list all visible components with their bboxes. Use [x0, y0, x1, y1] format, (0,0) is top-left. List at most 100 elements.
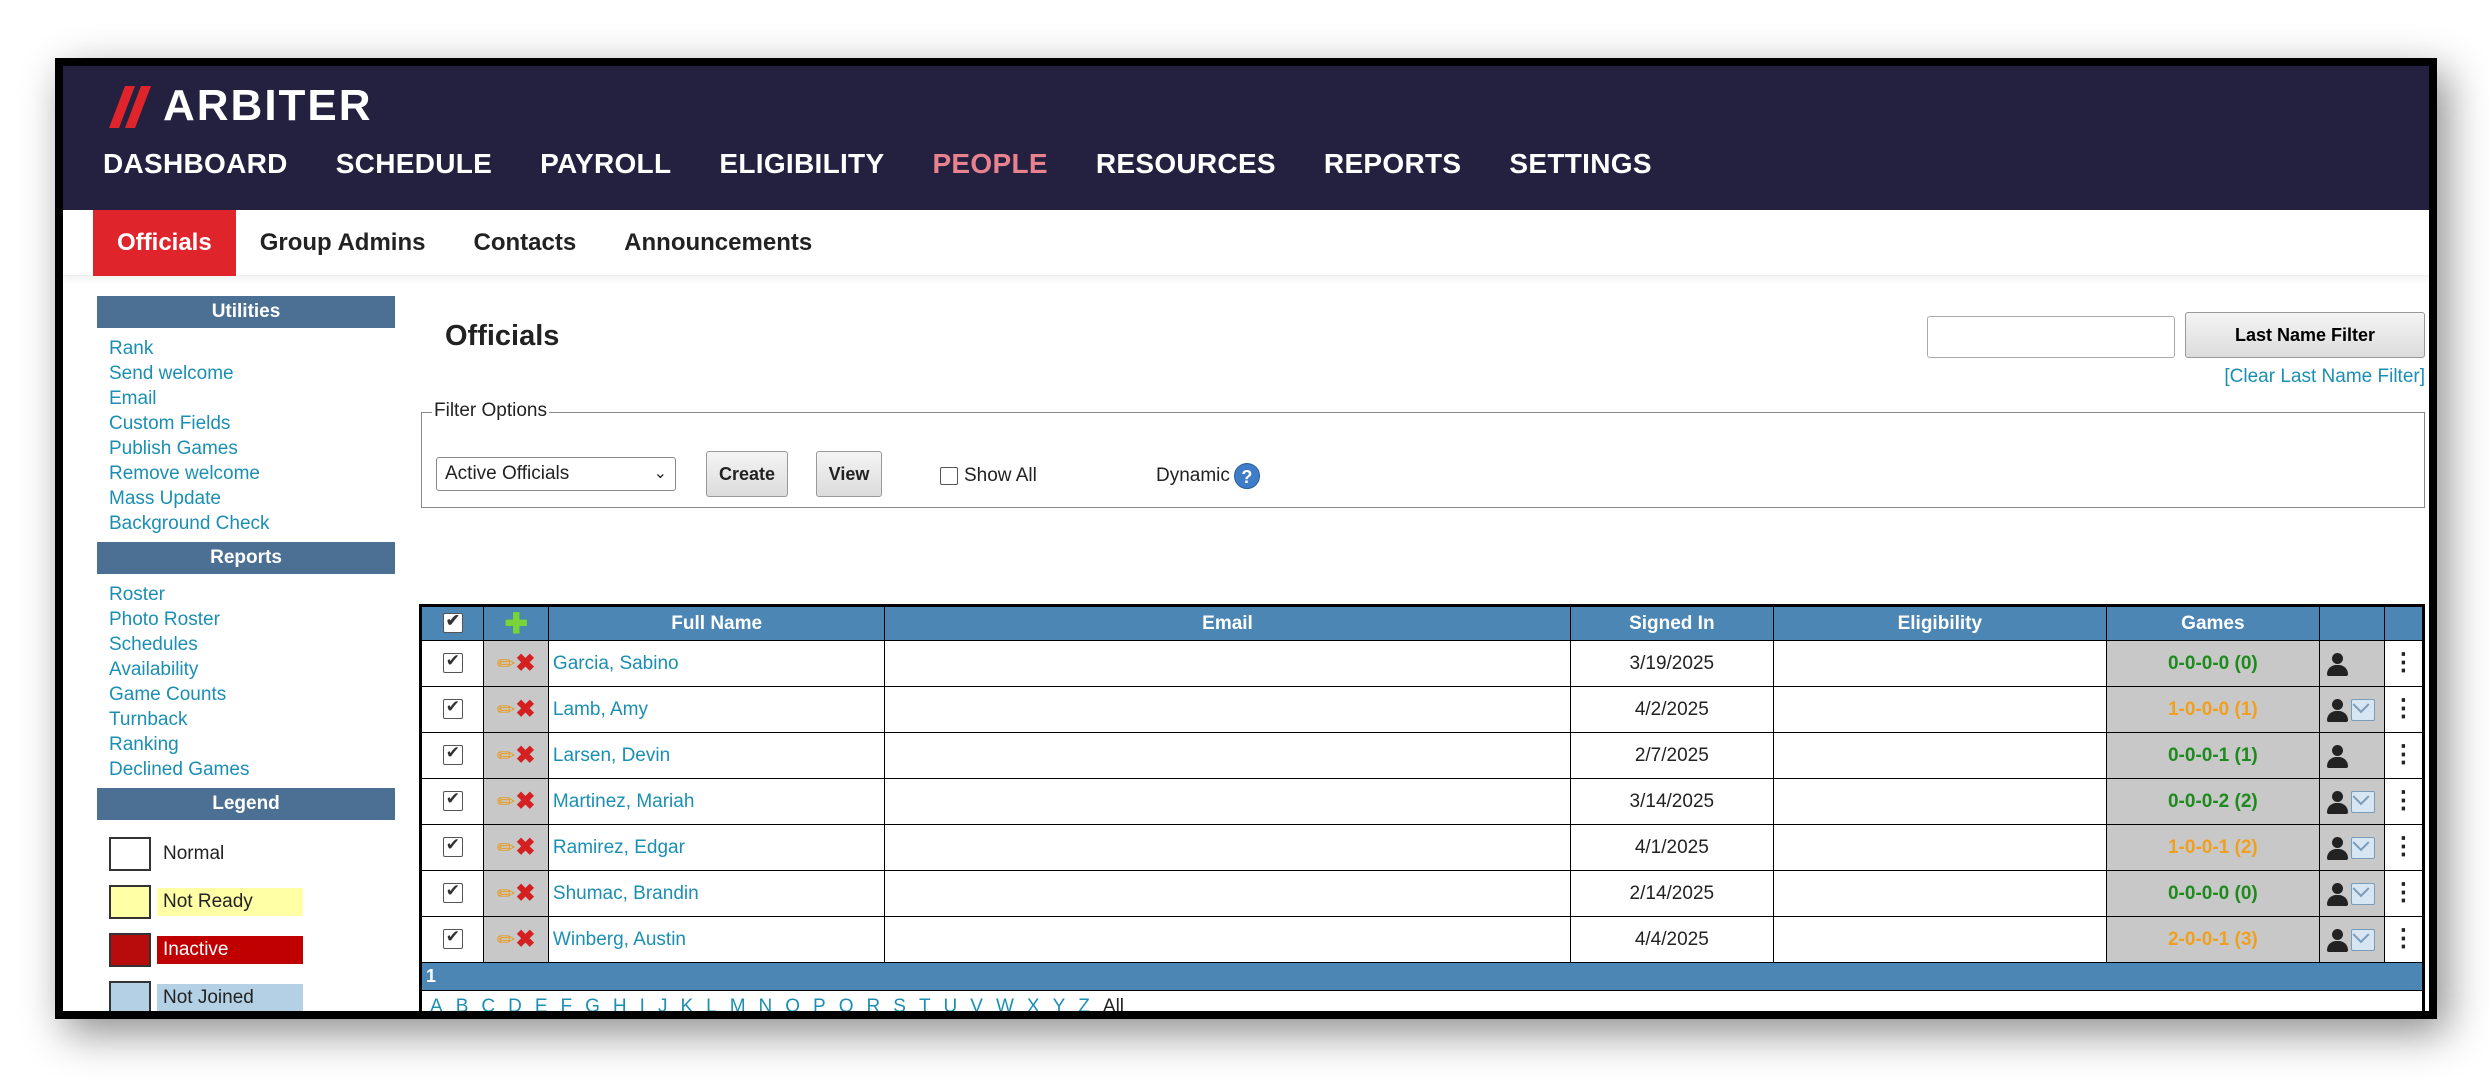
alpha-filter-g[interactable]: G — [585, 996, 600, 1012]
nav-item-resources[interactable]: RESOURCES — [1096, 148, 1276, 180]
official-name-link[interactable]: Winberg, Austin — [549, 929, 686, 950]
official-name-link[interactable]: Lamb, Amy — [549, 699, 648, 720]
row-select-cell[interactable] — [420, 824, 485, 871]
clear-last-name-filter-link[interactable]: [Clear Last Name Filter] — [2199, 366, 2425, 388]
row-select-cell[interactable] — [420, 870, 485, 917]
alpha-filter-r[interactable]: R — [867, 996, 881, 1012]
games-cell[interactable]: 1-0-0-0 (1) — [2105, 686, 2321, 733]
pencil-icon[interactable]: ✏ — [497, 927, 515, 952]
official-name-link[interactable]: Garcia, Sabino — [549, 653, 679, 674]
games-cell[interactable]: 0-0-0-0 (0) — [2105, 640, 2321, 687]
alpha-filter-b[interactable]: B — [456, 996, 469, 1012]
utility-link-remove-welcome[interactable]: Remove welcome — [109, 461, 395, 486]
nav-item-payroll[interactable]: PAYROLL — [540, 148, 671, 180]
col-eligibility[interactable]: Eligibility — [1773, 606, 2107, 641]
nav-item-eligibility[interactable]: ELIGIBILITY — [719, 148, 884, 180]
utility-link-mass-update[interactable]: Mass Update — [109, 486, 395, 511]
tab-announcements[interactable]: Announcements — [600, 210, 836, 276]
nav-item-reports[interactable]: REPORTS — [1324, 148, 1461, 180]
row-checkbox[interactable] — [442, 697, 463, 720]
official-name-link[interactable]: Martinez, Mariah — [549, 791, 695, 812]
utility-link-custom-fields[interactable]: Custom Fields — [109, 411, 395, 436]
pencil-icon[interactable]: ✏ — [497, 789, 515, 814]
utility-link-background-check[interactable]: Background Check — [109, 511, 395, 536]
tab-contacts[interactable]: Contacts — [449, 210, 600, 276]
alpha-filter-e[interactable]: E — [535, 996, 548, 1012]
alpha-filter-c[interactable]: C — [481, 996, 495, 1012]
plus-icon[interactable]: ✚ — [504, 608, 527, 639]
x-icon[interactable]: ✖ — [515, 788, 535, 815]
alpha-filter-v[interactable]: V — [970, 996, 983, 1012]
mail-icon[interactable] — [2351, 790, 2376, 813]
alpha-filter-j[interactable]: J — [658, 996, 668, 1012]
row-checkbox[interactable] — [442, 835, 463, 858]
alpha-filter-q[interactable]: Q — [839, 996, 854, 1012]
col-full-name[interactable]: Full Name — [547, 606, 886, 641]
official-name-link[interactable]: Ramirez, Edgar — [549, 837, 685, 858]
help-icon[interactable]: ? — [1233, 463, 1260, 489]
x-icon[interactable]: ✖ — [515, 650, 535, 677]
select-all-header[interactable] — [420, 606, 485, 641]
show-all-checkbox[interactable] — [940, 467, 958, 485]
alpha-filter-i[interactable]: I — [640, 996, 645, 1012]
mail-icon[interactable] — [2351, 882, 2376, 905]
kebab-icon[interactable]: ⋮ — [2391, 695, 2415, 722]
x-icon[interactable]: ✖ — [515, 834, 535, 861]
report-link-availability[interactable]: Availability — [109, 657, 395, 682]
row-select-cell[interactable] — [420, 732, 485, 779]
select-all-checkbox[interactable] — [442, 611, 463, 634]
row-checkbox[interactable] — [442, 789, 463, 812]
alpha-filter-n[interactable]: N — [759, 996, 773, 1012]
games-cell[interactable]: 2-0-0-1 (3) — [2105, 916, 2321, 963]
kebab-icon[interactable]: ⋮ — [2391, 879, 2415, 906]
alpha-filter-t[interactable]: T — [919, 996, 931, 1012]
person-icon[interactable] — [2326, 652, 2349, 676]
games-cell[interactable]: 0-0-0-1 (1) — [2105, 732, 2321, 779]
col-signed-in[interactable]: Signed In — [1569, 606, 1775, 641]
x-icon[interactable]: ✖ — [515, 742, 535, 769]
alpha-filter-f[interactable]: F — [561, 996, 573, 1012]
col-games[interactable]: Games — [2105, 606, 2321, 641]
utility-link-rank[interactable]: Rank — [109, 336, 395, 361]
alpha-filter-m[interactable]: M — [730, 996, 746, 1012]
alpha-filter-a[interactable]: A — [430, 996, 443, 1012]
row-checkbox[interactable] — [442, 743, 463, 766]
filter-select[interactable]: Active Officials ⌄ — [436, 457, 676, 491]
row-checkbox[interactable] — [442, 927, 463, 950]
col-email[interactable]: Email — [884, 606, 1571, 641]
nav-item-people[interactable]: PEOPLE — [932, 148, 1047, 180]
tab-officials[interactable]: Officials — [93, 210, 236, 276]
utility-link-send-welcome[interactable]: Send welcome — [109, 361, 395, 386]
page-number[interactable]: 1 — [421, 962, 2423, 991]
person-icon[interactable] — [2326, 698, 2349, 722]
alpha-filter-u[interactable]: U — [944, 996, 958, 1012]
pencil-icon[interactable]: ✏ — [497, 651, 515, 676]
pencil-icon[interactable]: ✏ — [497, 835, 515, 860]
last-name-filter-input[interactable] — [1927, 316, 2175, 358]
kebab-icon[interactable]: ⋮ — [2391, 649, 2415, 676]
kebab-icon[interactable]: ⋮ — [2391, 833, 2415, 860]
alpha-filter-k[interactable]: K — [680, 996, 693, 1012]
official-name-link[interactable]: Larsen, Devin — [549, 745, 670, 766]
row-select-cell[interactable] — [420, 640, 485, 687]
report-link-photo-roster[interactable]: Photo Roster — [109, 607, 395, 632]
view-button[interactable]: View — [816, 451, 882, 497]
row-select-cell[interactable] — [420, 778, 485, 825]
games-cell[interactable]: 0-0-0-2 (2) — [2105, 778, 2321, 825]
games-cell[interactable]: 0-0-0-0 (0) — [2105, 870, 2321, 917]
brand-logo[interactable]: ARBITER — [103, 80, 373, 132]
kebab-icon[interactable]: ⋮ — [2391, 787, 2415, 814]
alpha-filter-s[interactable]: S — [893, 996, 906, 1012]
x-icon[interactable]: ✖ — [515, 696, 535, 723]
games-cell[interactable]: 1-0-0-1 (2) — [2105, 824, 2321, 871]
alpha-filter-w[interactable]: W — [996, 996, 1014, 1012]
alpha-filter-z[interactable]: Z — [1078, 996, 1090, 1012]
alpha-filter-p[interactable]: P — [813, 996, 826, 1012]
report-link-roster[interactable]: Roster — [109, 582, 395, 607]
create-button[interactable]: Create — [706, 451, 788, 497]
nav-item-settings[interactable]: SETTINGS — [1509, 148, 1651, 180]
tab-group-admins[interactable]: Group Admins — [236, 210, 450, 276]
show-all-toggle[interactable]: Show All — [940, 465, 1037, 487]
row-select-cell[interactable] — [420, 686, 485, 733]
utility-link-publish-games[interactable]: Publish Games — [109, 436, 395, 461]
